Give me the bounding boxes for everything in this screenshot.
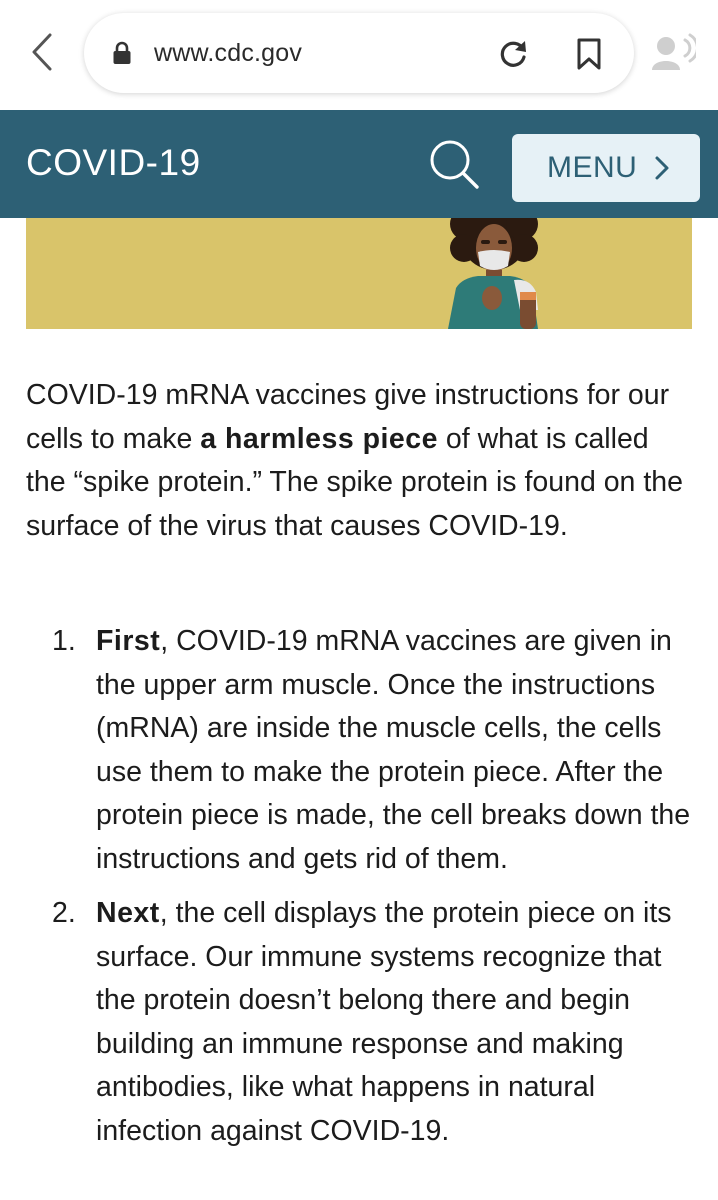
url-text[interactable]: www.cdc.gov xyxy=(154,37,302,69)
menu-label: MENU xyxy=(547,151,638,184)
search-icon xyxy=(430,140,479,189)
site-title[interactable]: COVID-19 xyxy=(26,140,201,186)
vaccination-illustration xyxy=(26,218,692,329)
list-item: 1. First, COVID-19 mRNA vaccines are give… xyxy=(26,620,696,881)
search-button[interactable] xyxy=(428,138,480,190)
list-item: 2. Next, the cell displays the protein pi… xyxy=(26,892,696,1153)
step-number: 1. xyxy=(52,625,76,657)
lock-icon xyxy=(113,41,131,64)
intro-paragraph: COVID-19 mRNA vaccines give instructions… xyxy=(26,374,696,548)
step-text: , COVID-19 mRNA vaccines are given in th… xyxy=(96,625,691,875)
step-lead: Next xyxy=(96,897,160,929)
step-lead: First xyxy=(96,625,161,657)
menu-button[interactable]: MENU xyxy=(512,134,700,202)
step-number: 2. xyxy=(52,897,76,929)
bookmark-icon[interactable] xyxy=(576,37,602,71)
step-text: , the cell displays the protein piece on… xyxy=(96,897,672,1147)
address-bar[interactable]: www.cdc.gov xyxy=(84,13,634,93)
steps-list: 1. First, COVID-19 mRNA vaccines are give… xyxy=(26,620,696,1164)
intro-emphasis: a harmless piece xyxy=(200,422,438,455)
person-illustration xyxy=(448,218,538,329)
chevron-left-icon xyxy=(32,33,52,71)
article-intro: COVID-19 mRNA vaccines give instructions… xyxy=(26,374,696,548)
chevron-right-icon xyxy=(655,156,669,180)
browser-toolbar: www.cdc.gov xyxy=(0,0,718,110)
site-header: COVID-19 MENU xyxy=(0,110,718,218)
back-button[interactable] xyxy=(22,30,62,74)
reader-voice-icon[interactable] xyxy=(652,32,696,72)
reload-icon[interactable] xyxy=(496,37,530,71)
